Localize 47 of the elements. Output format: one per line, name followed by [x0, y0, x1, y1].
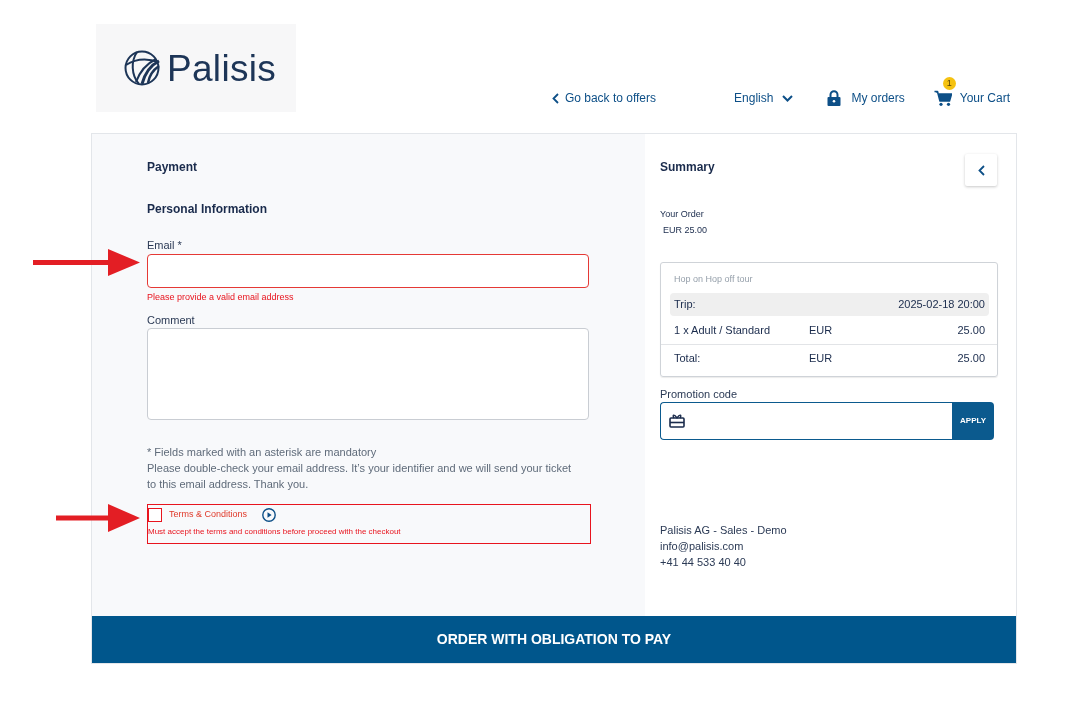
total-amount: 25.00	[957, 351, 985, 367]
payment-heading: Payment	[147, 159, 199, 175]
order-button[interactable]: ORDER WITH OBLIGATION TO PAY	[92, 616, 1016, 663]
ticket-description: 1 x Adult / Standard	[674, 322, 771, 338]
trip-date: 2025-02-18 20:00	[898, 297, 985, 313]
trip-label: Trip:	[674, 297, 696, 313]
contact-text: +41 44 533 40 40	[660, 555, 747, 570]
order-total: EUR 25.00	[662, 224, 709, 236]
order-label: Your Order	[660, 208, 705, 220]
terms-link[interactable]: Terms & Conditions	[169, 508, 248, 522]
play-circle-icon[interactable]	[262, 508, 277, 522]
field-label: Comment	[147, 313, 196, 327]
cart-icon	[933, 90, 952, 106]
promo-code-field[interactable]	[660, 402, 952, 440]
logo-text: Palisis	[167, 49, 277, 87]
back-link[interactable]: Go back to offers	[551, 89, 657, 107]
currency-text: EUR	[809, 322, 834, 338]
comment-field[interactable]	[147, 328, 589, 420]
chevron-left-icon	[551, 92, 559, 104]
note-text: Please double-check your email address. It’s your identifier and we will send your ticket to this email address. Thank you.	[147, 461, 573, 492]
summary-heading: Summary	[660, 159, 715, 175]
chevron-down-icon	[782, 94, 794, 102]
lock-icon	[827, 90, 842, 106]
total-label: Total:	[674, 351, 702, 367]
field-label: Promotion code	[660, 387, 739, 401]
collapse-button[interactable]	[965, 154, 997, 186]
terms-checkbox[interactable]	[148, 508, 162, 522]
pointer-arrow-icon	[56, 504, 140, 532]
contact-text: Palisis AG - Sales - Demo	[660, 523, 788, 538]
my-orders-link[interactable]: My orders	[827, 89, 905, 107]
globe-logo-icon	[123, 49, 161, 87]
line-amount: 25.00	[957, 322, 985, 338]
cart-count: 1	[942, 77, 956, 90]
field-label: Email *	[147, 238, 183, 252]
note-text: * Fields marked with an asterisk are mandatory	[147, 445, 378, 460]
error-message: Please provide a valid email address	[147, 291, 295, 303]
section-heading: Personal Information	[147, 201, 269, 217]
error-message: Must accept the terms and conditions before proceed with the checkout	[148, 526, 402, 537]
chevron-left-icon	[977, 164, 985, 176]
apply-button[interactable]: APPLY	[952, 402, 994, 440]
pointer-arrow-icon	[33, 249, 140, 276]
currency-text: EUR	[809, 351, 834, 367]
contact-text: info@palisis.com	[660, 539, 745, 554]
language-dropdown[interactable]: English	[734, 89, 794, 107]
tour-name: Hop on Hop off tour	[673, 273, 754, 285]
email-field[interactable]	[147, 254, 589, 288]
gift-icon	[669, 413, 685, 428]
